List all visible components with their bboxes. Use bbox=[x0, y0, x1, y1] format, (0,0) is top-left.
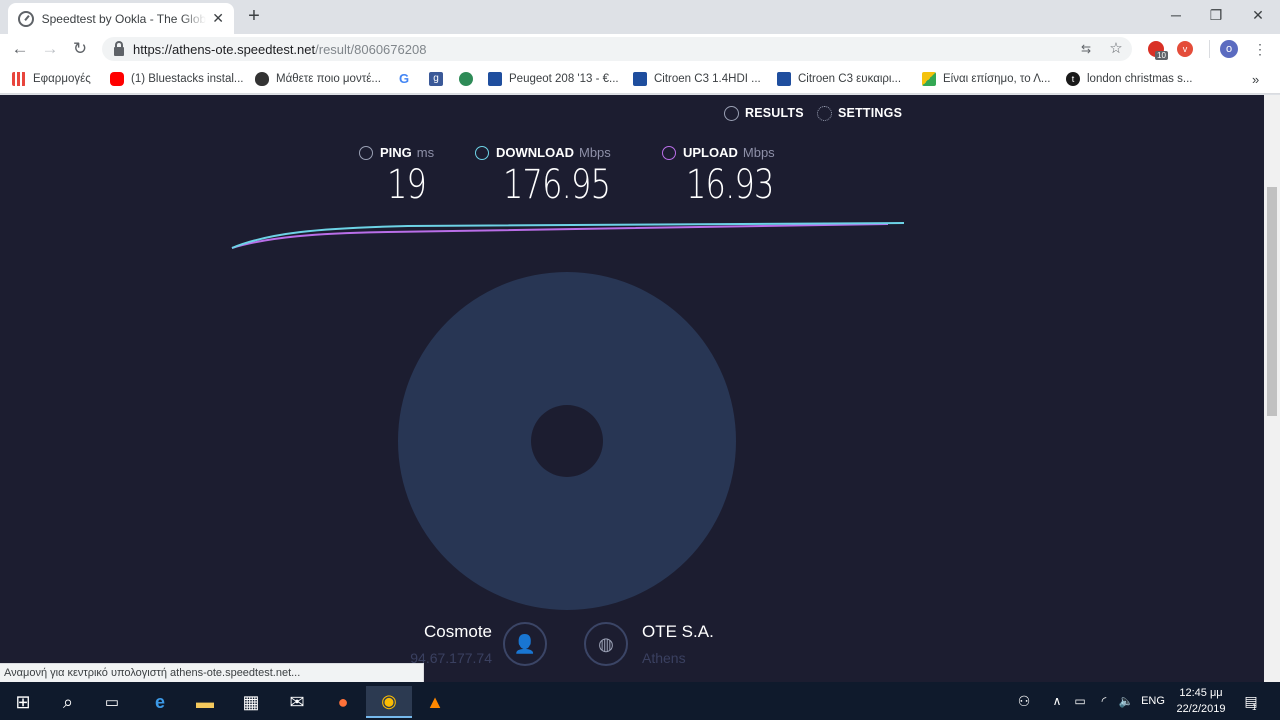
settings-link[interactable]: SETTINGS bbox=[817, 104, 902, 122]
gear-icon bbox=[817, 105, 832, 121]
url-path: /result/8060676208 bbox=[315, 41, 427, 57]
tray-chevron-icon[interactable]: ∧ bbox=[1048, 690, 1066, 712]
bookmark-apple[interactable]: Μάθετε ποιο μοντέ... bbox=[255, 70, 381, 88]
browser-tab[interactable]: Speedtest by Ookla - The Global Broadban… bbox=[8, 3, 234, 34]
start-button[interactable]: ⊞ bbox=[0, 686, 46, 718]
news-icon bbox=[922, 72, 936, 86]
bookmark-star-icon[interactable]: ☆ bbox=[1107, 40, 1125, 58]
chrome-icon[interactable]: ◉ bbox=[366, 686, 412, 718]
wifi-icon[interactable]: ◜ bbox=[1094, 690, 1114, 712]
ping-icon bbox=[359, 145, 373, 160]
ping-metric: PING ms 19 bbox=[359, 145, 436, 215]
bookmarks-overflow-icon[interactable]: » bbox=[1252, 70, 1259, 88]
vivaldi-extension-icon[interactable]: v bbox=[1177, 41, 1193, 57]
car-gr-icon bbox=[488, 72, 502, 86]
forward-button[interactable]: → bbox=[38, 38, 62, 60]
server-info[interactable]: OTE S.A. Athens bbox=[642, 622, 714, 666]
isp-info: Cosmote 94.67.177.74 bbox=[402, 622, 492, 666]
server-name: OTE S.A. bbox=[642, 622, 714, 641]
language-indicator[interactable]: ENG bbox=[1140, 690, 1166, 712]
upload-graph-line bbox=[231, 223, 889, 249]
clock-date: 22/2/2019 bbox=[1176, 703, 1226, 715]
gauge-center bbox=[531, 405, 603, 477]
tumblr-icon: t bbox=[1066, 72, 1080, 86]
edge-icon[interactable]: e bbox=[137, 686, 183, 718]
apps-grid-icon bbox=[12, 72, 26, 86]
goodreads-icon: g bbox=[429, 72, 443, 86]
bookmark-bluestacks[interactable]: (1) Bluestacks instal... bbox=[110, 70, 243, 88]
bookmark-citroen-1[interactable]: Citroen C3 1.4HDI ... bbox=[633, 70, 761, 88]
volume-icon[interactable]: 🔈 bbox=[1116, 690, 1136, 712]
download-metric: DOWNLOAD Mbps 176.95 bbox=[475, 145, 637, 215]
bookmark-london[interactable]: t london christmas s... bbox=[1066, 70, 1192, 88]
back-button[interactable]: ← bbox=[8, 38, 32, 60]
reload-button[interactable]: ↻ bbox=[68, 38, 92, 60]
bookmark-green[interactable] bbox=[459, 70, 480, 88]
bookmark-citroen-2[interactable]: Citroen C3 ευκαιρι... bbox=[777, 70, 901, 88]
bookmark-apps[interactable]: Εφαρμογές bbox=[12, 70, 91, 88]
search-icon[interactable]: ⌕ bbox=[45, 686, 91, 718]
youtube-icon bbox=[110, 72, 124, 86]
toolbar-divider bbox=[1209, 40, 1210, 58]
upload-value: 16.93 bbox=[686, 162, 774, 208]
vlc-icon[interactable]: ▲ bbox=[412, 686, 458, 718]
lock-icon bbox=[114, 40, 124, 56]
ping-value: 19 bbox=[387, 162, 427, 208]
server-city: Athens bbox=[642, 650, 686, 666]
scrollbar-thumb[interactable] bbox=[1267, 187, 1277, 416]
new-tab-button[interactable]: + bbox=[244, 4, 264, 28]
bookmark-goodreads[interactable]: g bbox=[429, 70, 450, 88]
firefox-icon[interactable]: ● bbox=[320, 686, 366, 718]
speedtest-favicon-icon bbox=[18, 10, 34, 27]
user-icon: 👤 bbox=[503, 622, 547, 666]
close-window-button[interactable]: ✕ bbox=[1238, 4, 1278, 26]
isp-provider: Cosmote bbox=[423, 622, 492, 641]
battery-icon[interactable]: ▭ bbox=[1070, 690, 1090, 712]
green-circle-icon bbox=[459, 72, 473, 86]
check-circle-icon bbox=[724, 105, 739, 121]
apple-icon bbox=[255, 72, 269, 86]
restore-button[interactable]: ❐ bbox=[1196, 4, 1236, 26]
clock-time: 12:45 μμ bbox=[1179, 687, 1223, 699]
task-view-icon[interactable]: ▭ bbox=[89, 686, 135, 718]
globe-icon[interactable]: ◍ bbox=[584, 622, 628, 666]
minimize-button[interactable]: ─ bbox=[1156, 4, 1196, 26]
extension-badge: 10 bbox=[1155, 51, 1168, 60]
bookmark-google[interactable]: G bbox=[399, 70, 420, 88]
mail-icon[interactable]: ✉ bbox=[274, 686, 320, 718]
tab-title: Speedtest by Ookla - The Global Broadban… bbox=[41, 11, 207, 26]
speed-graph bbox=[231, 222, 905, 249]
bookmark-official[interactable]: Είναι επίσημο, το Λ... bbox=[922, 70, 1051, 88]
results-link[interactable]: RESULTS bbox=[724, 104, 804, 122]
status-bubble: Αναμονή για κεντρικό υπολογιστή athens-o… bbox=[0, 663, 424, 682]
profile-avatar[interactable]: ο bbox=[1220, 40, 1238, 58]
translate-icon[interactable]: ⇆ bbox=[1077, 40, 1095, 58]
store-icon[interactable]: ▦ bbox=[228, 686, 274, 718]
car-gr-icon bbox=[777, 72, 791, 86]
download-graph-line bbox=[231, 222, 905, 249]
menu-kebab-icon[interactable]: ⋮ bbox=[1251, 40, 1269, 58]
taskbar-clock[interactable]: 12:45 μμ 22/2/2019 bbox=[1166, 685, 1236, 717]
url-host: https://athens-ote.speedtest.net bbox=[133, 41, 316, 57]
close-tab-icon[interactable]: ✕ bbox=[212, 10, 224, 27]
download-arrow-icon bbox=[475, 145, 489, 160]
file-explorer-icon[interactable]: ▬ bbox=[182, 686, 228, 718]
notification-icon[interactable]: ▤ bbox=[1240, 690, 1262, 712]
address-bar[interactable]: https://athens-ote.speedtest.net/result/… bbox=[102, 37, 1132, 61]
upload-metric: UPLOAD Mbps 16.93 bbox=[662, 145, 796, 215]
people-icon[interactable]: ⚇ bbox=[1014, 690, 1034, 712]
car-gr-icon bbox=[633, 72, 647, 86]
download-value: 176.95 bbox=[503, 162, 611, 208]
upload-arrow-icon bbox=[662, 145, 676, 160]
notification-count: 1 bbox=[1252, 703, 1257, 712]
bookmark-peugeot[interactable]: Peugeot 208 '13 - €... bbox=[488, 70, 619, 88]
google-icon: G bbox=[399, 71, 410, 86]
